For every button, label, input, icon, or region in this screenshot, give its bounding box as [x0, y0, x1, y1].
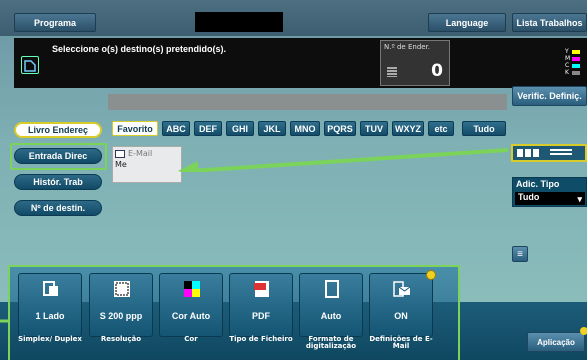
- adic-tipo-label: Adic. Tipo: [516, 179, 560, 189]
- duplex-icon: [42, 280, 60, 298]
- email-settings-icon: [393, 280, 411, 298]
- verif-definic-button[interactable]: Verific. Definiç.: [512, 86, 587, 106]
- sidebar-item-n-destin[interactable]: Nº de destin.: [14, 200, 102, 216]
- formato-digitalizacao-label: Formato de digitalização: [305, 335, 357, 350]
- tab-pqrs[interactable]: PQRS: [324, 121, 356, 136]
- tab-abc[interactable]: ABC: [162, 121, 190, 136]
- definicoes-email-tile[interactable]: ON: [369, 270, 436, 337]
- adic-tipo-select[interactable]: Tudo ▾: [515, 192, 585, 205]
- cor-tile[interactable]: Cor Auto: [159, 273, 223, 337]
- address-entry[interactable]: E-Mail Me: [112, 146, 182, 183]
- tipo-ficheiro-label: Tipo de Ficheiro: [229, 335, 293, 343]
- address-type: E-Mail: [128, 149, 153, 158]
- grid-view-icon: [517, 149, 539, 157]
- tab-wxyz[interactable]: WXYZ: [392, 121, 424, 136]
- address-count-value: 0: [431, 61, 443, 81]
- resolucao-label: Resolução: [100, 335, 142, 343]
- lista-trabalhos-button[interactable]: Lista Trabalhos: [512, 13, 587, 32]
- tab-tudo[interactable]: Tudo: [462, 121, 506, 136]
- chevron-down-icon: ▾: [577, 194, 582, 204]
- list-icon: [387, 67, 397, 77]
- scan-icon: [21, 56, 39, 74]
- status-dot: [426, 270, 436, 280]
- color-icon: [183, 280, 201, 298]
- resolution-icon: [113, 280, 131, 298]
- index-tabs: Favorito ABC DEF GHI JKL MNO PQRS TUV WX…: [112, 121, 506, 136]
- email-icon: [115, 149, 125, 158]
- address-count-label: N.º de Ender.: [384, 43, 431, 51]
- aplicacao-status-dot: [580, 327, 587, 335]
- sidebar-item-livro-endereco[interactable]: Livro Endereç: [14, 122, 102, 138]
- instruction-text: Seleccione o(s) destino(s) pretendido(s)…: [52, 44, 227, 54]
- pdf-icon: [253, 280, 271, 298]
- destination-field: [108, 94, 507, 110]
- cor-label: Cor: [184, 335, 198, 343]
- definicoes-email-label: Definições de E-Mail: [369, 335, 433, 350]
- view-toggle[interactable]: [511, 144, 587, 162]
- tipo-ficheiro-tile[interactable]: PDF: [229, 273, 293, 337]
- address-name: Me: [115, 160, 127, 169]
- tab-favorito[interactable]: Favorito: [112, 121, 158, 136]
- tab-tuv[interactable]: TUV: [360, 121, 388, 136]
- simplex-duplex-tile[interactable]: 1 Lado: [18, 273, 82, 337]
- address-count-box: N.º de Ender. 0: [380, 40, 450, 86]
- tab-jkl[interactable]: JKL: [258, 121, 286, 136]
- programa-button[interactable]: Programa: [14, 13, 96, 32]
- pointer-arrow: [176, 142, 516, 177]
- tab-ghi[interactable]: GHI: [226, 121, 254, 136]
- page-size-icon: [323, 280, 341, 298]
- toner-indicator: Y M C K: [565, 48, 585, 76]
- entrada-direc-highlight: [10, 143, 107, 170]
- tab-mno[interactable]: MNO: [290, 121, 320, 136]
- left-arrow-indicator: [0, 315, 12, 330]
- sidebar-item-historico-trab[interactable]: Histór. Trab: [14, 174, 102, 190]
- list-view-icon: [550, 149, 572, 157]
- language-button[interactable]: Language: [428, 13, 506, 32]
- adic-tipo-panel: Adic. Tipo Tudo ▾: [512, 177, 587, 207]
- tab-def[interactable]: DEF: [194, 121, 222, 136]
- formato-digitalizacao-tile[interactable]: Auto: [299, 273, 363, 337]
- aplicacao-button[interactable]: Aplicação: [527, 332, 585, 352]
- message-bar: Seleccione o(s) destino(s) pretendido(s)…: [14, 38, 587, 88]
- resolucao-tile[interactable]: S 200 ppp: [89, 273, 153, 337]
- simplex-duplex-label: Simplex/ Duplex: [18, 335, 82, 343]
- tab-etc[interactable]: etc: [428, 121, 454, 136]
- scroll-down-button[interactable]: ≡: [512, 246, 528, 262]
- status-display: [195, 12, 283, 32]
